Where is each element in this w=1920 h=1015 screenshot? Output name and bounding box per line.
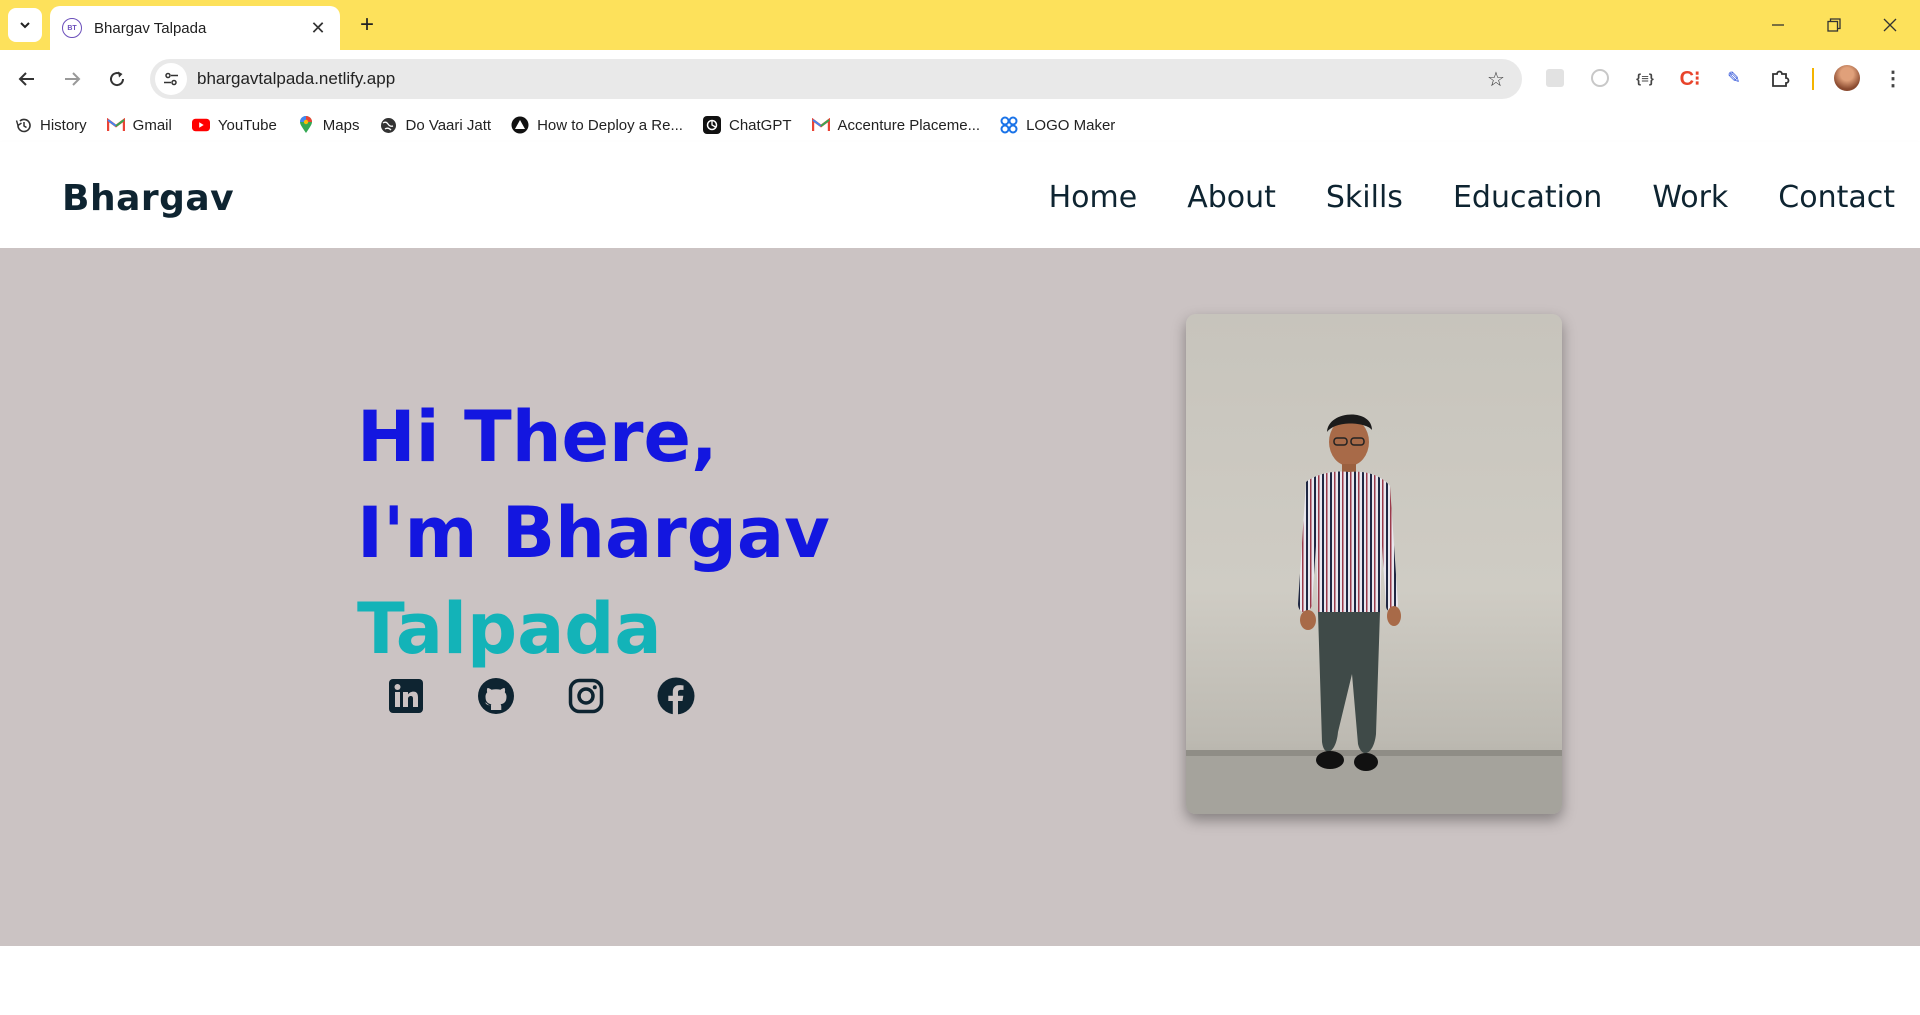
bookmark-do-vaari-jatt[interactable]: Do Vaari Jatt: [379, 111, 501, 139]
tune-icon: [164, 72, 178, 86]
menu-kebab-icon[interactable]: ⋮: [1879, 64, 1907, 92]
reload-button[interactable]: [100, 62, 134, 96]
arrow-left-icon: [18, 72, 34, 86]
back-button[interactable]: [10, 62, 44, 96]
bookmark-maps[interactable]: Maps: [297, 111, 370, 139]
close-window-button[interactable]: [1862, 0, 1918, 50]
profile-photo: [1186, 314, 1562, 814]
reload-icon: [110, 71, 125, 87]
minimize-button[interactable]: [1750, 0, 1806, 50]
restore-icon: [1827, 18, 1841, 32]
main-nav: Home About Skills Education Work Contact: [999, 180, 1895, 215]
site-header: Bhargav Home About Skills Education Work…: [0, 142, 1920, 248]
hero-section: Hi There, I'm Bhargav Talpada: [0, 248, 1920, 946]
deploy-icon: [511, 116, 529, 134]
github-icon: [478, 678, 514, 714]
new-tab-button[interactable]: +: [352, 10, 382, 40]
bookmark-deploy[interactable]: How to Deploy a Re...: [511, 111, 693, 139]
nav-home[interactable]: Home: [1049, 180, 1138, 215]
extensions-puzzle-icon[interactable]: [1766, 64, 1794, 92]
hero-surname: Talpada: [357, 588, 662, 670]
site-brand-logo[interactable]: Bhargav: [62, 178, 234, 219]
url-text[interactable]: bhargavtalpada.netlify.app: [197, 69, 1478, 89]
gmail-icon: [106, 116, 125, 134]
active-tab[interactable]: BT Bhargav Talpada ✕: [50, 6, 340, 50]
json-extension-icon[interactable]: {≡}: [1631, 64, 1659, 92]
puzzle-icon: [1772, 70, 1790, 87]
hero-name-line: I'm Bhargav: [357, 492, 830, 574]
hero-greeting: Hi There,: [357, 396, 718, 478]
linkedin-icon: [389, 679, 423, 713]
facebook-icon: [657, 677, 695, 715]
chevron-down-icon: [20, 22, 30, 29]
extension-2-icon[interactable]: [1586, 64, 1614, 92]
browser-tab-strip: BT Bhargav Talpada ✕ +: [0, 0, 1920, 50]
site-favicon-icon: BT: [62, 18, 82, 38]
forward-button[interactable]: [55, 62, 89, 96]
nav-education[interactable]: Education: [1453, 180, 1602, 215]
bookmark-gmail[interactable]: Gmail: [106, 111, 182, 139]
c-extension-icon[interactable]: C⁝: [1676, 64, 1704, 92]
browser-toolbar: bhargavtalpada.netlify.app ☆ {≡} C⁝ ✎ ⋮: [0, 50, 1920, 108]
bookmarks-bar: History Gmail YouTube Maps Do Vaari Jatt…: [0, 108, 1920, 142]
maps-icon: [297, 116, 315, 134]
nav-skills[interactable]: Skills: [1326, 180, 1403, 215]
tab-search-button[interactable]: [8, 8, 42, 42]
logo-maker-icon: [1000, 116, 1018, 134]
nav-work[interactable]: Work: [1652, 180, 1728, 215]
bookmark-chatgpt[interactable]: ChatGPT: [702, 111, 802, 139]
bookmark-youtube[interactable]: YouTube: [191, 111, 287, 139]
minimize-icon: [1772, 24, 1784, 26]
gmail-icon: [811, 116, 830, 134]
nav-about[interactable]: About: [1187, 180, 1276, 215]
facebook-link[interactable]: [656, 676, 696, 716]
bookmark-history[interactable]: History: [14, 111, 97, 139]
history-icon: [14, 116, 32, 134]
tab-title: Bhargav Talpada: [94, 19, 207, 37]
profile-avatar[interactable]: [1834, 65, 1860, 91]
address-bar[interactable]: bhargavtalpada.netlify.app ☆: [150, 59, 1522, 99]
nav-contact[interactable]: Contact: [1778, 180, 1895, 215]
youtube-icon: [191, 116, 210, 134]
close-tab-icon[interactable]: ✕: [308, 18, 328, 38]
instagram-icon: [568, 678, 604, 714]
arrow-right-icon: [65, 72, 81, 86]
social-links: [386, 676, 746, 716]
close-icon: [1883, 18, 1897, 32]
chatgpt-icon: [702, 116, 721, 134]
github-link[interactable]: [476, 676, 516, 716]
globe-icon: [379, 116, 397, 134]
bookmark-logo-maker[interactable]: LOGO Maker: [1000, 111, 1125, 139]
site-info-button[interactable]: [155, 63, 187, 95]
instagram-link[interactable]: [566, 676, 606, 716]
linkedin-link[interactable]: [386, 676, 426, 716]
bookmark-star-icon[interactable]: ☆: [1478, 61, 1514, 97]
extension-1-icon[interactable]: [1541, 64, 1569, 92]
pen-extension-icon[interactable]: ✎: [1720, 64, 1748, 92]
restore-button[interactable]: [1806, 0, 1862, 50]
bookmark-accenture[interactable]: Accenture Placeme...: [811, 111, 991, 139]
